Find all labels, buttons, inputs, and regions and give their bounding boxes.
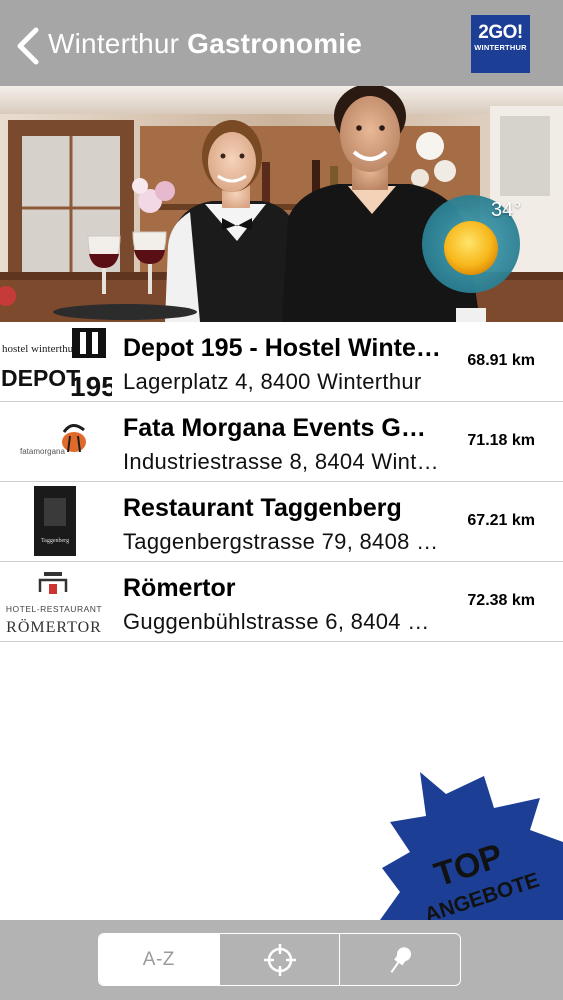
listing-logo: Taggenberg bbox=[0, 482, 112, 561]
listing-name: Römertor bbox=[123, 574, 236, 602]
pushpin-icon bbox=[390, 946, 412, 973]
sort-az-label: A-Z bbox=[142, 948, 175, 970]
listing-address: Lagerplatz 4, 8400 Winterthur bbox=[123, 369, 422, 394]
logo-text: Taggenberg bbox=[41, 538, 69, 544]
nearby-tab[interactable] bbox=[218, 934, 340, 985]
listing-address: Guggenbühlstrasse 6, 8404 Winterthur bbox=[123, 609, 448, 634]
back-button[interactable] bbox=[12, 22, 46, 70]
list-item[interactable]: fatamorgana Fata Morgana Events GmbH Ind… bbox=[0, 402, 563, 482]
logo-text: hostel winterthur bbox=[2, 343, 77, 355]
list-item[interactable]: Taggenberg Restaurant Taggenberg Taggenb… bbox=[0, 482, 563, 562]
listing-logo: HOTEL-RESTAURANT RÖMERTOR bbox=[0, 562, 112, 641]
sort-az-tab[interactable]: A-Z bbox=[99, 934, 219, 985]
list-item[interactable]: HOTEL-RESTAURANT RÖMERTOR Römertor Gugge… bbox=[0, 562, 563, 642]
listing-address: Taggenbergstrasse 79, 8408 Winterthur bbox=[123, 529, 448, 554]
logo-text: 195 bbox=[70, 371, 112, 401]
crosshair-icon bbox=[263, 943, 296, 976]
logo-text: DEPOT bbox=[1, 365, 80, 391]
page-title: Winterthur Gastronomie bbox=[48, 28, 362, 60]
map-tab[interactable] bbox=[339, 934, 460, 985]
listing-name: Depot 195 - Hostel Winterthur bbox=[123, 334, 448, 362]
listing-name: Restaurant Taggenberg bbox=[123, 494, 402, 522]
list-item[interactable]: hostel winterthur DEPOT 195 Depot 195 - … bbox=[0, 322, 563, 402]
chevron-left-icon bbox=[17, 27, 39, 65]
weather-temperature: 34° bbox=[491, 199, 522, 221]
listing-address: Industriestrasse 8, 8404 Winterthur bbox=[123, 449, 448, 474]
listing-list: hostel winterthur DEPOT 195 Depot 195 - … bbox=[0, 322, 563, 642]
logo-sub-text: WINTERTHUR bbox=[474, 43, 527, 52]
logo-main-text: 2GO! bbox=[478, 22, 523, 43]
logo-text: RÖMERTOR bbox=[6, 618, 102, 636]
listing-distance: 72.38 km bbox=[467, 592, 535, 609]
listing-name: Fata Morgana Events GmbH bbox=[123, 414, 448, 442]
view-segmented-control: A-Z bbox=[98, 933, 461, 986]
title-city: Winterthur bbox=[48, 28, 180, 59]
listing-distance: 67.21 km bbox=[467, 512, 535, 529]
title-section: Gastronomie bbox=[187, 28, 363, 59]
listing-logo: hostel winterthur DEPOT 195 bbox=[0, 322, 112, 401]
logo-text: fatamorgana bbox=[20, 447, 65, 456]
app-logo[interactable]: 2GO! WINTERTHUR bbox=[471, 15, 530, 73]
top-offers-badge[interactable]: TOP ANGEBOTE bbox=[380, 772, 563, 920]
listing-logo: fatamorgana bbox=[0, 402, 112, 481]
listing-distance: 71.18 km bbox=[467, 432, 535, 449]
listing-distance: 68.91 km bbox=[467, 352, 535, 369]
logo-text: HOTEL-RESTAURANT bbox=[6, 604, 102, 614]
hero-banner-image: 34° bbox=[0, 86, 563, 322]
navigation-bar: Winterthur Gastronomie 2GO! WINTERTHUR bbox=[0, 0, 563, 86]
